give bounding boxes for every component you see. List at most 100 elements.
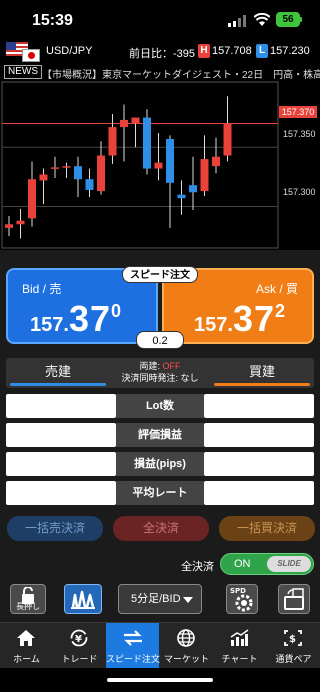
candle-body-16: [189, 185, 197, 193]
jp-flag-icon: [22, 49, 40, 62]
news-text[interactable]: 【市場概況】東京マーケットダイジェスト・22日 円高・株高: [42, 66, 320, 80]
order-settings-summary[interactable]: 両建: OFF 決済同時発注: なし: [110, 360, 210, 384]
metric-label-pl: 評価損益: [116, 423, 204, 447]
candle-body-13: [154, 162, 163, 169]
prev-change-value: -395: [173, 48, 196, 60]
pair-bar[interactable]: USD/JPY 前日比：-395 H 157.708 L 157.230: [0, 40, 320, 64]
nav-label-speed-order: スピード注文: [106, 654, 161, 664]
position-tabs: 売建 両建: OFF 決済同時発注: なし 買建: [6, 358, 314, 388]
battery-icon: 56: [276, 12, 300, 27]
spd-gear-icon: SPD: [230, 587, 253, 612]
rotate-icon: [284, 588, 304, 610]
long-press-lock-button[interactable]: 長押し: [10, 584, 46, 614]
candle-body-8: [97, 155, 105, 192]
low-value: 157.230: [270, 45, 310, 57]
low-badge: L: [256, 44, 268, 58]
tab-sell-position[interactable]: 売建: [6, 358, 110, 388]
all-close-toggle-label: 全決済: [181, 561, 214, 573]
nav-item-home[interactable]: ホーム: [0, 623, 53, 669]
y-axis-label-157350: 157.350: [283, 129, 316, 139]
nav-label-chart: チャート: [221, 654, 258, 664]
rotate-screen-button[interactable]: [278, 584, 310, 614]
candle-body-15: [177, 194, 186, 199]
status-time: 15:39: [32, 12, 73, 29]
candle-body-4: [51, 167, 59, 169]
nav-item-currency-pair[interactable]: $ 通貨ペア: [267, 623, 320, 669]
yen-cycle-icon: ¥: [70, 629, 88, 647]
prev-change-label: 前日比：: [129, 48, 173, 60]
nav-item-chart[interactable]: チャート: [213, 623, 266, 669]
lock-label: 長押し: [16, 602, 40, 611]
twoway-value: OFF: [162, 361, 181, 371]
nav-label-market: マーケット: [163, 654, 209, 664]
position-metrics: Lot数 評価損益 損益(pips) 平均レート: [6, 394, 314, 510]
chart-icon: [230, 629, 249, 646]
speed-order-tag: スピード注文: [122, 266, 198, 283]
bid-label: Bid / 売: [22, 282, 62, 296]
chart-frame: [1, 81, 279, 249]
buy-avg-value: [204, 481, 314, 505]
dropdown-arrow-icon: [183, 597, 193, 603]
candle-body-9: [108, 127, 117, 156]
exchange-icon: [124, 630, 142, 646]
spread-value: 0.2: [136, 331, 184, 349]
sell-pips-value: [6, 452, 116, 476]
metric-label-avg: 平均レート: [116, 481, 204, 505]
timeframe-select[interactable]: 5分足/BID: [118, 584, 202, 614]
high-badge: H: [198, 44, 210, 58]
svg-text:SPD: SPD: [230, 587, 246, 595]
buy-pl-value: [204, 423, 314, 447]
candle-body-6: [74, 166, 82, 180]
nav-item-trade[interactable]: ¥ トレード: [53, 623, 106, 669]
bid-price: 157.370: [30, 298, 121, 340]
toggle-on-text: ON: [234, 558, 251, 570]
speed-settings-button[interactable]: SPD: [226, 584, 258, 614]
metric-label-lot: Lot数: [116, 394, 204, 418]
metric-label-pips: 損益(pips): [116, 452, 204, 476]
home-indicator[interactable]: [107, 678, 213, 682]
close-all-button[interactable]: 全決済: [113, 516, 209, 541]
news-ticker[interactable]: NEWS 【市場概況】東京マーケットダイジェスト・22日 円高・株高: [0, 64, 320, 80]
nav-label-currency-pair: 通貨ペア: [275, 654, 312, 664]
status-bar: 15:39 56: [0, 0, 320, 40]
quick-order-wave-button[interactable]: [64, 584, 102, 614]
price-chart[interactable]: 157.370 157.350 157.300: [0, 80, 320, 250]
wifi-icon: [254, 13, 270, 26]
globe-icon: [177, 629, 195, 647]
slide-knob[interactable]: SLIDE: [267, 556, 311, 572]
candle-body-18: [212, 156, 220, 167]
candle-body-1: [16, 220, 25, 225]
candlestick-chart[interactable]: [0, 80, 320, 250]
twoway-label: 両建:: [139, 361, 163, 371]
all-close-slide-toggle[interactable]: ON SLIDE: [220, 553, 314, 575]
candle-body-2: [28, 179, 36, 219]
tab-buy-position[interactable]: 買建: [210, 358, 314, 388]
candle-body-17: [200, 159, 209, 192]
bid-price-prefix: 157.: [30, 314, 69, 336]
close-all-buy-button[interactable]: 一括買決済: [219, 516, 315, 541]
candle-body-19: [223, 123, 232, 156]
same-close-setting: 決済同時発注: なし: [121, 373, 199, 383]
nav-label-trade: トレード: [61, 654, 98, 664]
signal-icon: [228, 15, 246, 27]
metric-row-lot: Lot数: [6, 394, 314, 418]
news-label: NEWS: [4, 65, 42, 79]
candle-body-5: [62, 166, 71, 168]
nav-item-speed-order[interactable]: スピード注文: [106, 623, 161, 669]
metric-row-pips: 損益(pips): [6, 452, 314, 476]
metric-row-avg: 平均レート: [6, 481, 314, 505]
sell-avg-value: [6, 481, 116, 505]
home-indicator-area: [0, 668, 320, 692]
nav-item-market[interactable]: マーケット: [160, 623, 213, 669]
candle-body-0: [5, 224, 13, 228]
close-all-sell-button[interactable]: 一括売決済: [7, 516, 103, 541]
home-icon: [17, 630, 35, 646]
nav-label-home: ホーム: [13, 654, 40, 664]
wave-hands-icon: [71, 590, 95, 609]
metric-row-pl: 評価損益: [6, 423, 314, 447]
ask-price-prefix: 157.: [194, 314, 233, 336]
y-axis-label-157300: 157.300: [283, 187, 316, 197]
candle-body-14: [166, 138, 174, 183]
ask-price-main: 37: [232, 298, 275, 339]
bid-price-pip: 0: [110, 301, 121, 321]
